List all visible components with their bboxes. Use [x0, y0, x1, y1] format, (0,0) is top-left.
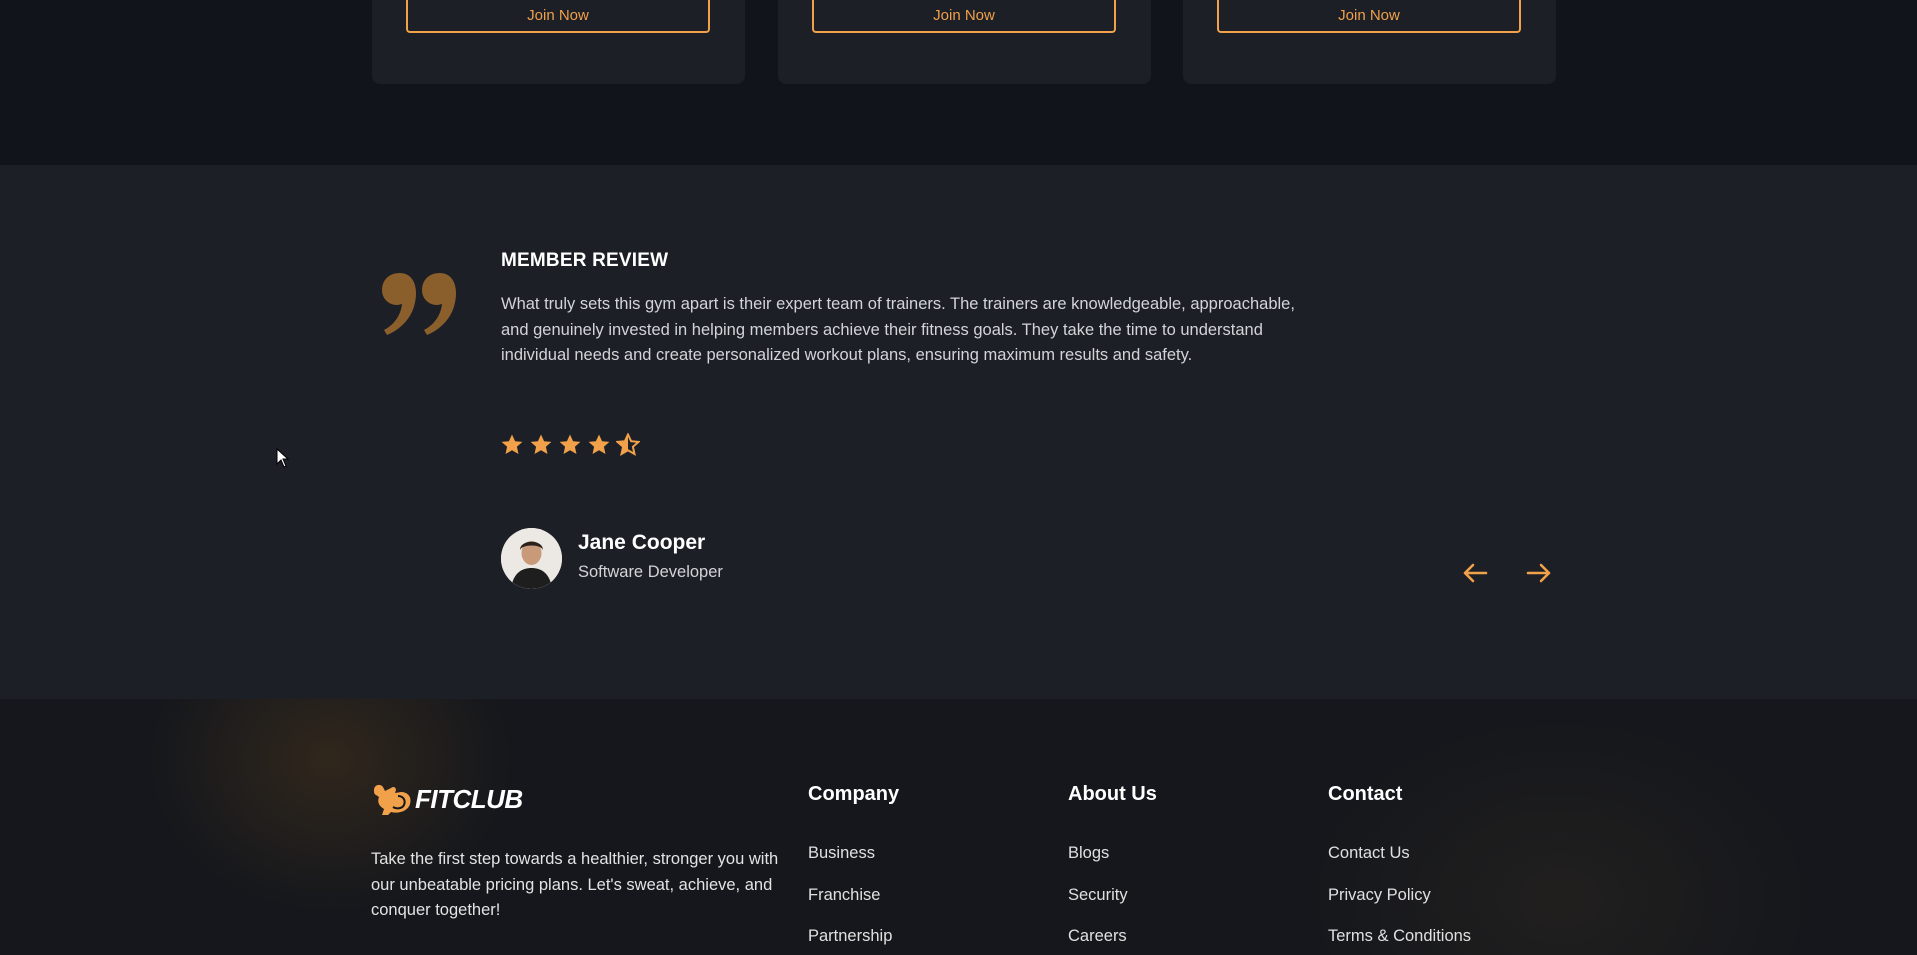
flexing-arm-icon	[374, 784, 411, 815]
pricing-card: Join Now	[778, 0, 1151, 84]
pricing-section: Join Now Join Now Join Now	[0, 0, 1917, 165]
review-heading: MEMBER REVIEW	[501, 250, 669, 271]
page: Join Now Join Now Join Now MEMBER REVIEW…	[0, 0, 1917, 955]
join-now-button[interactable]: Join Now	[1217, 0, 1521, 33]
footer-link-contact-us[interactable]: Contact Us	[1328, 843, 1471, 885]
reviewer-photo	[501, 528, 562, 589]
review-text: What truly sets this gym apart is their …	[501, 295, 1295, 364]
mouse-cursor-icon	[276, 448, 290, 468]
footer-link-careers[interactable]: Careers	[1068, 926, 1128, 955]
join-now-button[interactable]: Join Now	[406, 0, 710, 33]
pricing-card: Join Now	[1183, 0, 1556, 84]
brand-name: FITCLUB	[415, 783, 523, 814]
footer-link-franchise[interactable]: Franchise	[808, 885, 892, 927]
next-review-button[interactable]	[1522, 556, 1556, 590]
arrow-right-icon	[1526, 563, 1551, 583]
arrow-left-icon	[1463, 563, 1488, 583]
footer-link-security[interactable]: Security	[1068, 885, 1128, 927]
footer-links-company: Business Franchise Partnership	[808, 843, 892, 955]
footer-links-about: Blogs Security Careers	[1068, 843, 1128, 955]
reviewer-role: Software Developer	[578, 563, 723, 581]
member-review-section: MEMBER REVIEW What truly sets this gym a…	[0, 165, 1917, 699]
star-icon	[588, 434, 610, 454]
footer-description: Take the first step towards a healthier,…	[371, 850, 779, 919]
footer-column-title-about: About Us	[1068, 783, 1157, 805]
footer-links-contact: Contact Us Privacy Policy Terms & Condit…	[1328, 843, 1471, 955]
rating-stars	[500, 433, 640, 463]
pricing-card: Join Now	[372, 0, 745, 84]
previous-review-button[interactable]	[1458, 556, 1492, 590]
footer-column-title-company: Company	[808, 783, 900, 805]
footer-link-privacy-policy[interactable]: Privacy Policy	[1328, 885, 1471, 927]
footer-link-terms[interactable]: Terms & Conditions	[1328, 926, 1471, 955]
reviewer-name: Jane Cooper	[578, 531, 706, 554]
half-star-icon	[616, 433, 640, 456]
footer-column-title-contact: Contact	[1328, 783, 1403, 805]
star-icon	[530, 434, 552, 454]
footer-link-business[interactable]: Business	[808, 843, 892, 885]
avatar	[501, 528, 562, 589]
footer-link-blogs[interactable]: Blogs	[1068, 843, 1128, 885]
quote-icon	[382, 273, 456, 335]
join-now-button[interactable]: Join Now	[812, 0, 1116, 33]
footer-link-partnership[interactable]: Partnership	[808, 926, 892, 955]
fitclub-logo[interactable]: FITCLUB	[371, 781, 523, 817]
footer: FITCLUB Take the first step towards a he…	[0, 699, 1917, 955]
star-icon	[501, 434, 523, 454]
star-icon	[559, 434, 581, 454]
